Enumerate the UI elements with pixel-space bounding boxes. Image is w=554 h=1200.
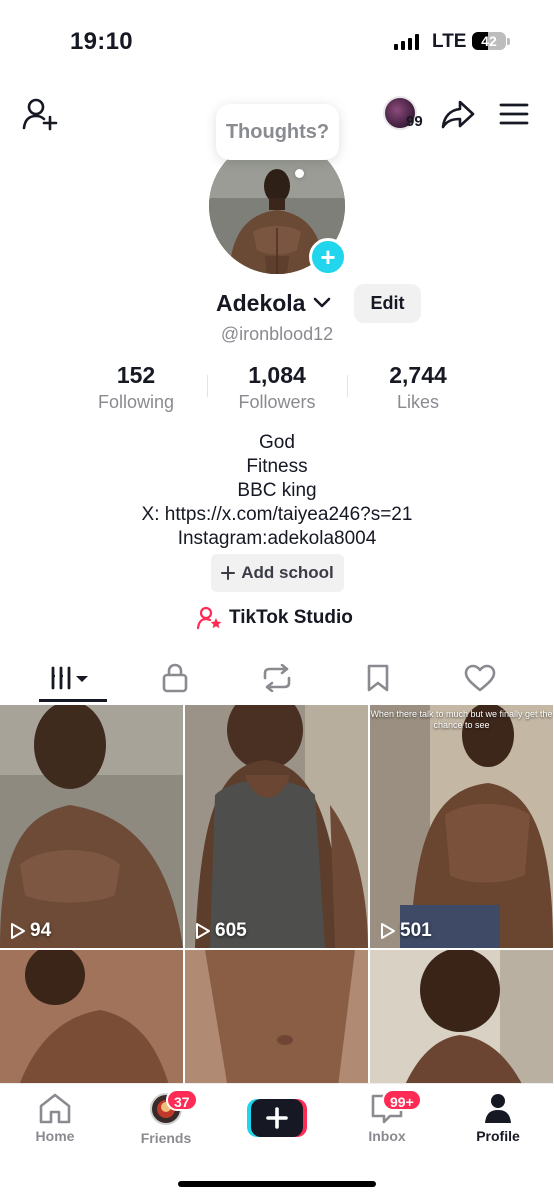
view-count: 94 <box>8 920 51 942</box>
play-icon <box>381 923 395 939</box>
following-stat[interactable]: 152 Following <box>66 362 206 413</box>
video-thumbnail[interactable]: 605 <box>185 705 368 948</box>
bio-line: BBC king <box>237 480 317 501</box>
plus-icon <box>221 566 236 580</box>
content-tabs <box>0 652 554 704</box>
name-row: Adekola <box>0 288 554 322</box>
thumbnail-image <box>370 705 553 948</box>
add-friend-button[interactable] <box>20 96 60 132</box>
thoughts-bubble[interactable]: Thoughts? <box>216 104 339 160</box>
lock-icon <box>162 663 188 693</box>
nav-inbox-label: Inbox <box>368 1128 406 1144</box>
edit-label: Edit <box>370 293 405 313</box>
username-handle: @ironblood12 <box>220 324 334 344</box>
create-button[interactable] <box>247 1099 307 1137</box>
profile-person-icon <box>485 1094 511 1123</box>
battery-icon: 42 <box>472 32 506 50</box>
home-indicator <box>178 1181 376 1187</box>
view-count: 605 <box>193 920 247 942</box>
inbox-badge: 99+ <box>382 1089 422 1111</box>
play-icon <box>196 923 210 939</box>
nav-friends-label: Friends <box>140 1130 192 1146</box>
add-avatar-button[interactable]: + <box>309 238 347 276</box>
create-plus-icon <box>247 1099 307 1137</box>
hamburger-menu-icon <box>499 103 529 125</box>
thumbnail-image <box>185 950 368 1090</box>
likes-label: Likes <box>396 392 440 412</box>
video-thumbnail[interactable] <box>185 950 368 1090</box>
video-caption: When there talk to much but we finally g… <box>370 709 553 730</box>
thumbnail-image <box>185 705 368 948</box>
nav-profile-label: Profile <box>476 1128 520 1144</box>
video-thumbnail[interactable]: 94 <box>0 705 183 948</box>
profile-bio: God Fitness BBC king X: https://x.com/ta… <box>0 431 554 551</box>
share-profile-button[interactable] <box>438 96 478 132</box>
studio-person-star-icon <box>197 606 222 630</box>
bio-link-instagram: Instagram:adekola8004 <box>177 528 377 549</box>
add-school-button[interactable]: Add school <box>211 554 344 592</box>
nav-inbox[interactable]: Inbox 99+ <box>347 1089 427 1152</box>
signal-icon <box>394 34 419 50</box>
followers-count: 1,084 <box>248 362 306 388</box>
tab-favorites[interactable] <box>323 652 433 704</box>
thoughts-prompt: Thoughts? <box>225 120 330 143</box>
videos-grid-icon <box>51 666 88 690</box>
share-arrow-icon <box>441 100 475 129</box>
nav-friends[interactable]: Friends 37 <box>126 1089 206 1152</box>
chevron-down-icon[interactable] <box>312 296 332 310</box>
thought-dot <box>295 169 304 178</box>
bio-line: God <box>259 432 295 453</box>
bio-line: Fitness <box>246 456 308 477</box>
edit-profile-button[interactable]: Edit <box>354 284 421 323</box>
nav-profile[interactable]: Profile <box>458 1092 538 1152</box>
heart-icon <box>464 664 496 692</box>
thumbnail-image <box>370 950 553 1090</box>
battery-level: 42 <box>481 33 497 49</box>
home-icon <box>39 1093 71 1124</box>
following-count: 152 <box>116 362 156 388</box>
followers-stat[interactable]: 1,084 Followers <box>207 362 347 413</box>
friends-badge: 37 <box>166 1089 198 1111</box>
tab-reposts[interactable] <box>222 652 332 704</box>
bookmark-icon <box>367 664 389 692</box>
menu-button[interactable] <box>496 98 532 130</box>
following-label: Following <box>97 392 175 412</box>
display-name[interactable]: Adekola <box>216 290 305 317</box>
play-icon <box>11 923 25 939</box>
video-thumbnail[interactable]: When there talk to much but we finally g… <box>370 705 553 948</box>
thumbnail-image <box>0 950 183 1090</box>
repost-icon <box>263 664 291 692</box>
network-label: LTE <box>432 31 467 52</box>
plus-icon: + <box>320 242 336 272</box>
tab-videos[interactable] <box>18 652 128 704</box>
tab-private[interactable] <box>120 652 230 704</box>
status-bar: 19:10 LTE 42 <box>0 0 554 84</box>
likes-stat[interactable]: 2,744 Likes <box>348 362 488 413</box>
add-school-label: Add school <box>241 563 334 582</box>
bio-link-x[interactable]: X: https://x.com/taiyea246?s=21 <box>0 503 554 527</box>
nav-home-label: Home <box>35 1128 75 1144</box>
studio-label: TikTok Studio <box>229 607 353 628</box>
likes-count: 2,744 <box>389 362 447 388</box>
tab-liked[interactable] <box>425 652 535 704</box>
add-person-icon <box>22 98 58 131</box>
followers-label: Followers <box>238 392 316 412</box>
video-thumbnail[interactable] <box>370 950 553 1090</box>
status-time: 19:10 <box>70 28 133 55</box>
view-count: 501 <box>378 920 432 942</box>
video-grid: 94 605 When there talk to much but we fi… <box>0 705 554 1090</box>
tiktok-studio-link[interactable]: TikTok Studio <box>197 604 353 632</box>
nav-home[interactable]: Home <box>15 1092 95 1152</box>
thumbnail-image <box>0 705 183 948</box>
active-tab-indicator <box>39 699 107 702</box>
video-thumbnail[interactable] <box>0 950 183 1090</box>
story-count: 99 <box>406 113 423 130</box>
